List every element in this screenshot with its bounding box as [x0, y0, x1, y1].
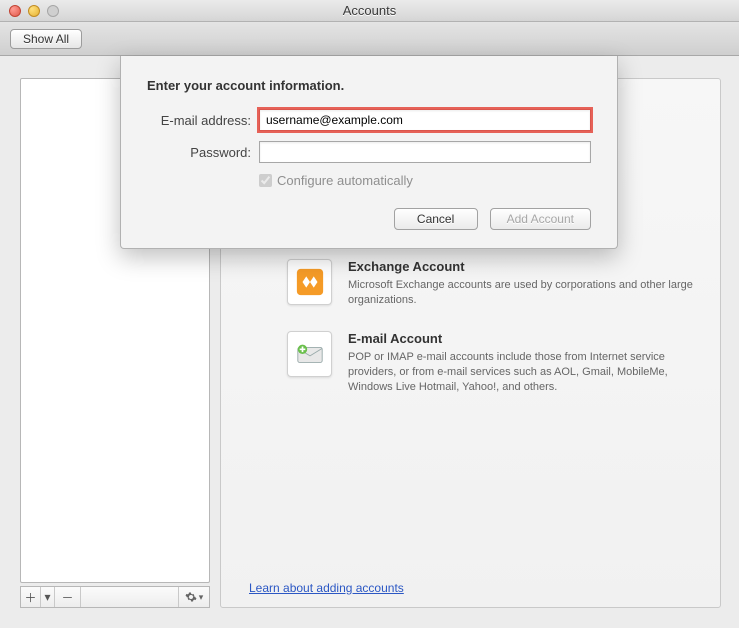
- account-info-sheet: Enter your account information. E-mail a…: [120, 56, 618, 249]
- exchange-option[interactable]: Exchange Account Microsoft Exchange acco…: [287, 259, 700, 308]
- accounts-list-toolbar: ＋ ▾ － ▾: [20, 586, 210, 608]
- window-title: Accounts: [0, 3, 739, 18]
- learn-link[interactable]: Learn about adding accounts: [249, 581, 404, 595]
- add-account-menu[interactable]: ▾: [41, 587, 55, 607]
- titlebar: Accounts: [0, 0, 739, 22]
- sheet-title: Enter your account information.: [147, 78, 591, 93]
- password-row: Password:: [147, 141, 591, 163]
- sheet-button-row: Cancel Add Account: [147, 208, 591, 230]
- email-label: E-mail address:: [147, 113, 251, 128]
- email-icon: [287, 331, 332, 377]
- cancel-button[interactable]: Cancel: [394, 208, 478, 230]
- show-all-button[interactable]: Show All: [10, 29, 82, 49]
- exchange-title: Exchange Account: [348, 259, 700, 274]
- exchange-icon: [287, 259, 332, 305]
- toolbar: Show All: [0, 22, 739, 56]
- toolbar-spacer: [81, 587, 179, 607]
- configure-auto-checkbox[interactable]: [259, 174, 272, 187]
- exchange-desc: Microsoft Exchange accounts are used by …: [348, 278, 700, 308]
- configure-auto-row: Configure automatically: [259, 173, 591, 188]
- password-label: Password:: [147, 145, 251, 160]
- chevron-down-icon: ▾: [199, 592, 204, 603]
- email-title: E-mail Account: [348, 331, 700, 346]
- gear-icon: [185, 591, 197, 603]
- configure-auto-label: Configure automatically: [277, 173, 413, 188]
- password-input[interactable]: [259, 141, 591, 163]
- email-desc: POP or IMAP e-mail accounts include thos…: [348, 350, 700, 395]
- email-row: E-mail address:: [147, 109, 591, 131]
- email-input[interactable]: [259, 109, 591, 131]
- email-option[interactable]: E-mail Account POP or IMAP e-mail accoun…: [287, 331, 700, 395]
- remove-account-button[interactable]: －: [55, 587, 81, 607]
- add-account-button[interactable]: Add Account: [490, 208, 591, 230]
- add-account-button[interactable]: ＋: [21, 587, 41, 607]
- gear-menu-button[interactable]: ▾: [179, 587, 209, 607]
